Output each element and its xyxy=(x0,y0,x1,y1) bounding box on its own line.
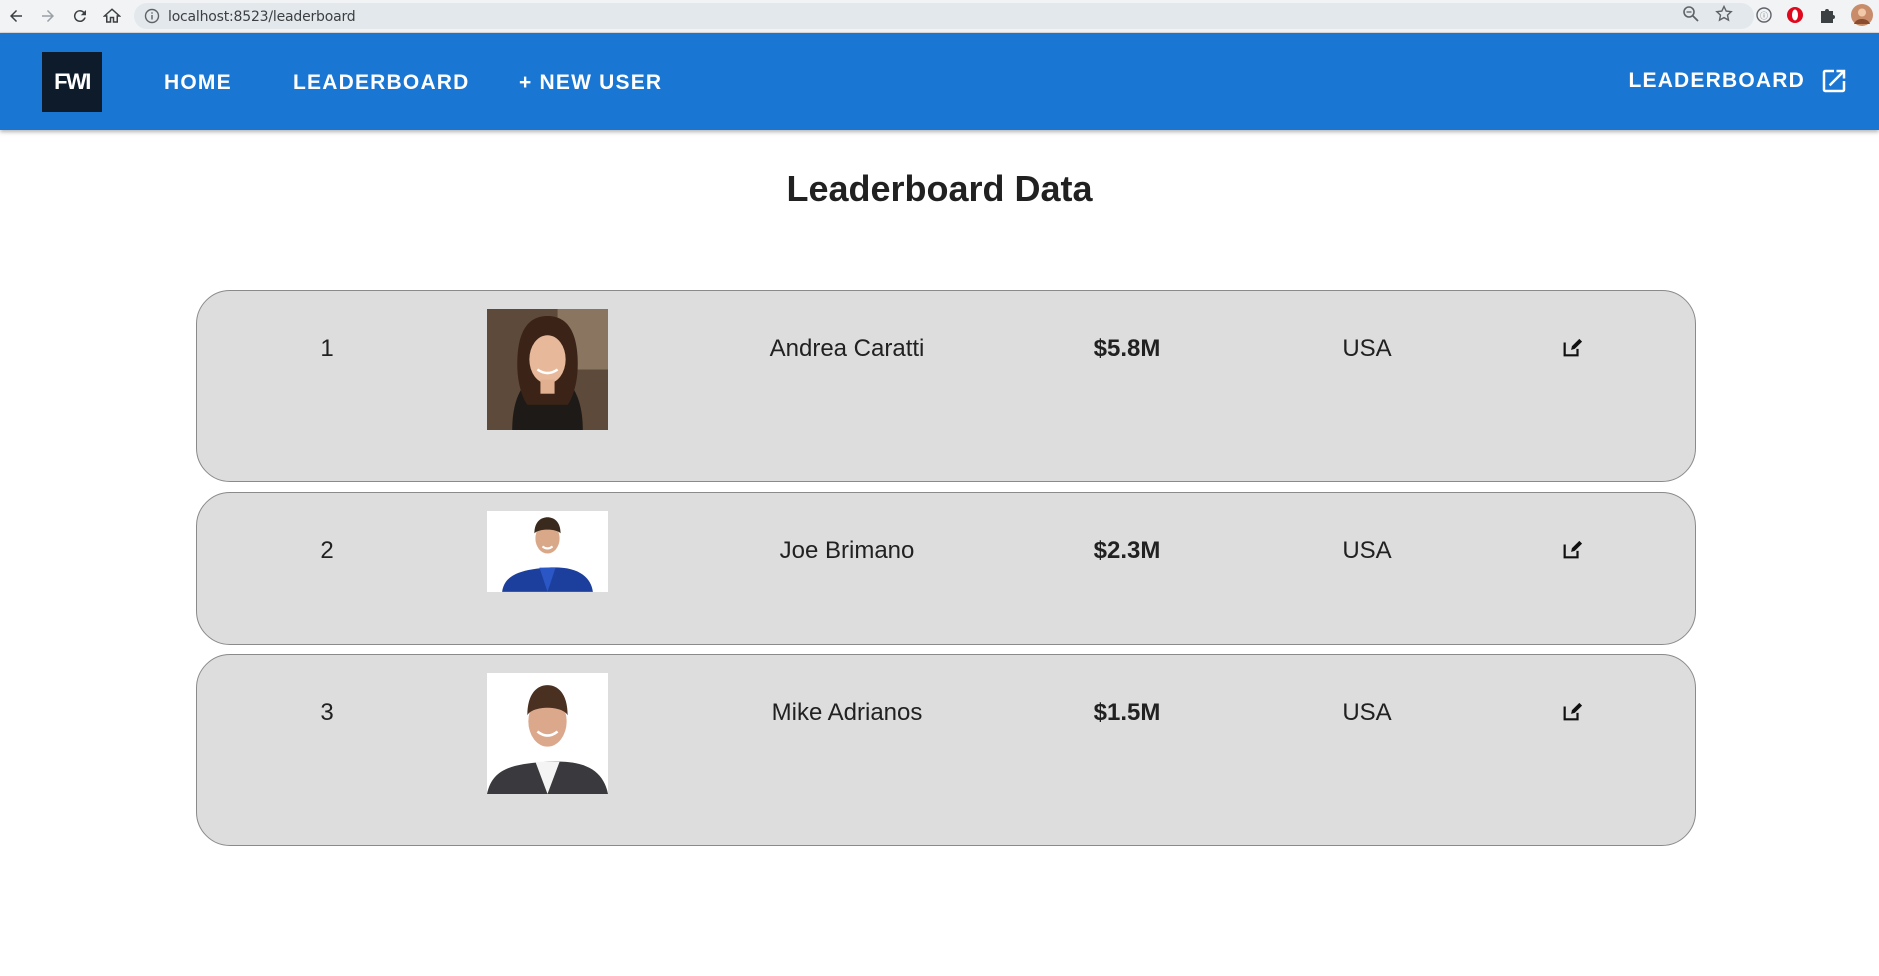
row-amount: $1.5M xyxy=(1093,699,1161,726)
home-icon[interactable] xyxy=(100,4,124,28)
puzzle-icon[interactable] xyxy=(1818,6,1836,24)
forward-icon[interactable] xyxy=(36,4,60,28)
external-link-label: LEADERBOARD xyxy=(1628,69,1805,92)
row-rank: 3 xyxy=(320,699,334,726)
avatar xyxy=(487,511,608,592)
back-icon[interactable] xyxy=(4,4,28,28)
row-amount: $5.8M xyxy=(1093,335,1161,362)
info-icon[interactable] xyxy=(144,8,160,24)
row-country: USA xyxy=(1342,335,1392,362)
row-name: Andrea Caratti xyxy=(769,335,925,362)
profile-avatar-icon[interactable] xyxy=(1851,4,1873,26)
row-name: Mike Adrianos xyxy=(771,699,923,726)
app-header: FWI HOME LEADERBOARD + NEW USER LEADERBO… xyxy=(0,33,1879,130)
row-country: USA xyxy=(1342,699,1392,726)
browser-toolbar: localhost:8523/leaderboard ⓘ xyxy=(0,0,1879,33)
opera-extension-icon[interactable] xyxy=(1786,6,1804,24)
nav-leaderboard-link[interactable]: LEADERBOARD xyxy=(293,71,470,95)
leaderboard-row: 1 Andrea Caratti $5.8M USA xyxy=(196,290,1696,482)
bookmark-star-icon[interactable] xyxy=(1715,5,1733,23)
logo-text: FWI xyxy=(54,69,91,94)
url-text: localhost:8523/leaderboard xyxy=(168,9,356,25)
open-in-new-icon xyxy=(1822,69,1846,93)
edit-icon[interactable] xyxy=(1561,539,1583,561)
avatar xyxy=(487,673,608,794)
avatar xyxy=(487,309,608,430)
row-rank: 1 xyxy=(320,335,334,362)
nav-new-user-link[interactable]: + NEW USER xyxy=(519,71,662,95)
reload-icon[interactable] xyxy=(68,4,92,28)
leaderboard-row: 2 Joe Brimano $2.3M USA xyxy=(196,492,1696,645)
row-amount: $2.3M xyxy=(1093,537,1161,564)
fwi-logo[interactable]: FWI xyxy=(42,52,102,112)
svg-text:ⓘ: ⓘ xyxy=(1760,12,1768,21)
page-title: Leaderboard Data xyxy=(786,168,1093,209)
row-country: USA xyxy=(1342,537,1392,564)
leaderboard-external-link[interactable]: LEADERBOARD xyxy=(1628,66,1849,96)
zoom-icon[interactable] xyxy=(1682,5,1700,23)
address-bar[interactable]: localhost:8523/leaderboard xyxy=(134,3,1754,29)
edit-icon[interactable] xyxy=(1561,337,1583,359)
row-rank: 2 xyxy=(320,537,334,564)
nav-home-link[interactable]: HOME xyxy=(164,71,232,95)
row-name: Joe Brimano xyxy=(779,537,915,564)
extension-circle-icon[interactable]: ⓘ xyxy=(1755,6,1773,24)
edit-icon[interactable] xyxy=(1561,701,1583,723)
leaderboard-row: 3 Mike Adrianos $1.5M USA xyxy=(196,654,1696,846)
